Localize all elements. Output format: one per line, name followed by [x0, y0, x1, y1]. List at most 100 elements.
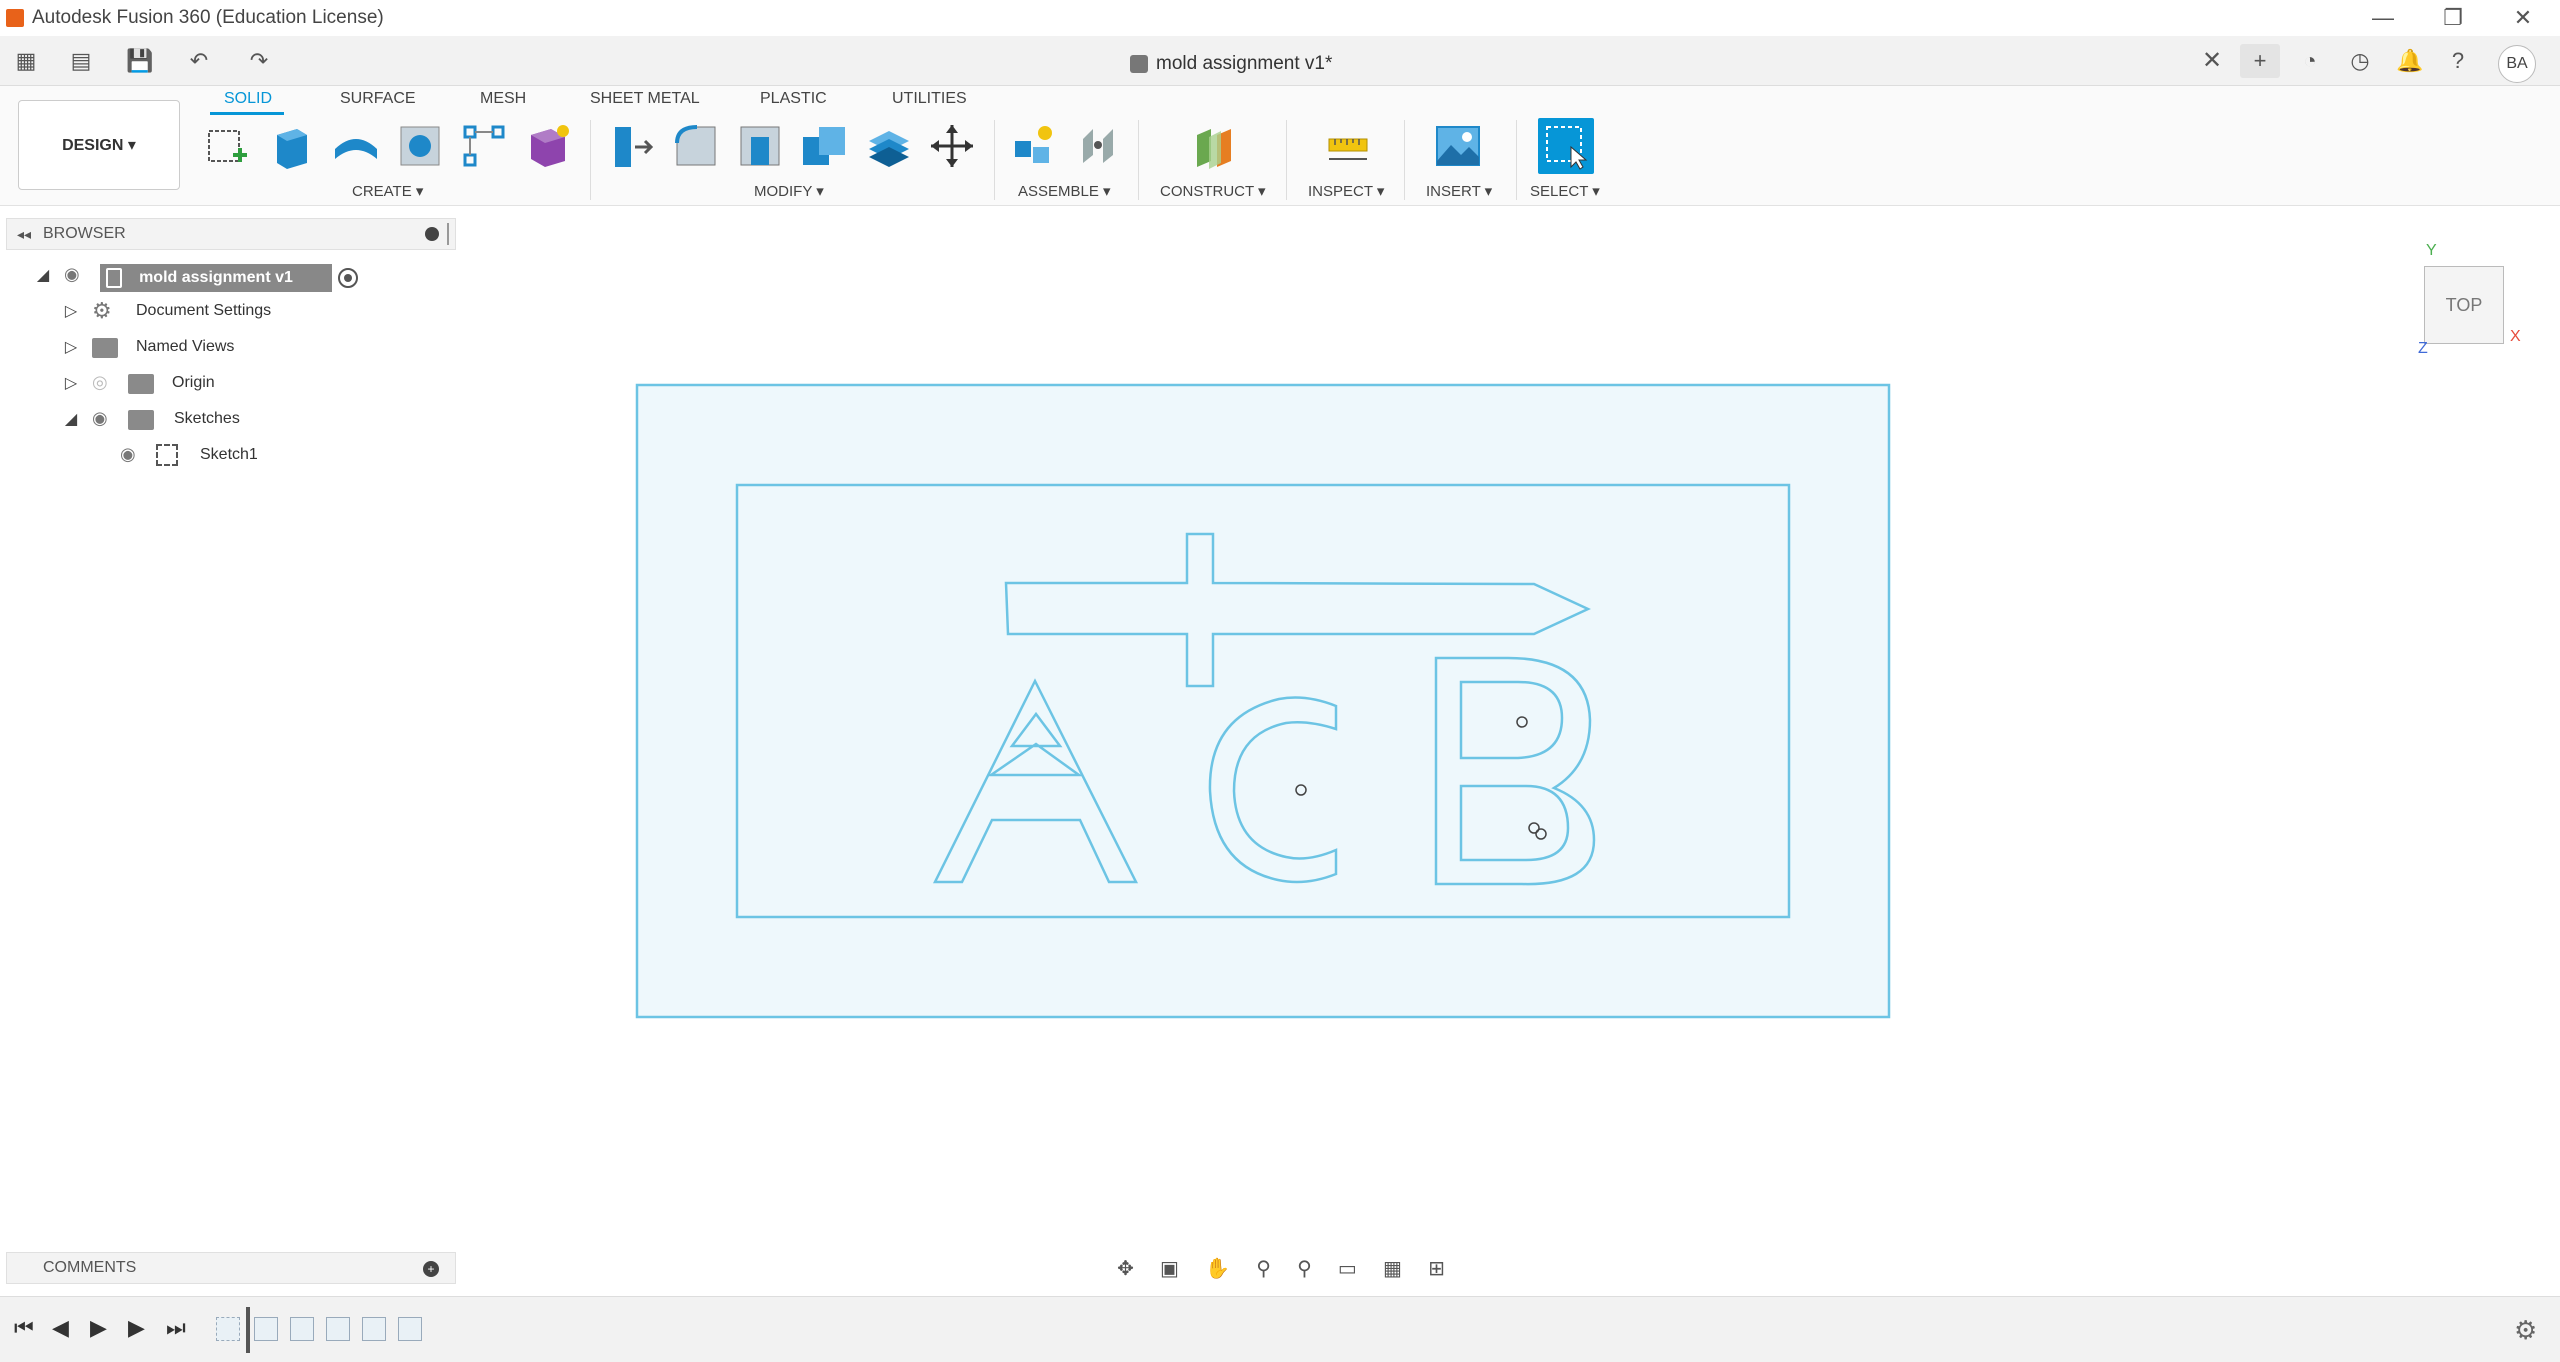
fit-zoom-icon[interactable]: ⚲: [1297, 1256, 1312, 1281]
insert-menu[interactable]: INSERT ▾: [1426, 182, 1492, 200]
display-settings-icon[interactable]: ▭: [1338, 1256, 1357, 1281]
notifications-bell-icon[interactable]: 🔔: [2390, 44, 2430, 78]
close-window-button[interactable]: ✕: [2488, 0, 2558, 36]
timeline-sketch-feature[interactable]: [216, 1317, 240, 1341]
play-icon[interactable]: ▶: [90, 1315, 107, 1341]
collapse-browser-icon[interactable]: ◂◂: [17, 226, 31, 243]
redo-icon[interactable]: ↷: [234, 44, 284, 78]
step-forward-icon[interactable]: ▶: [128, 1315, 145, 1341]
create-form-icon[interactable]: [522, 120, 574, 172]
undo-icon[interactable]: ↶: [174, 44, 224, 78]
tree-item-document-settings[interactable]: Document Settings: [136, 302, 271, 320]
pan-hand-icon[interactable]: ✋: [1205, 1256, 1230, 1281]
look-at-icon[interactable]: ▣: [1160, 1256, 1179, 1281]
origin-hidden-eye-icon[interactable]: ◎: [92, 372, 108, 393]
extensions-icon[interactable]: ◔: [2290, 44, 2330, 78]
assemble-menu[interactable]: ASSEMBLE ▾: [1018, 182, 1111, 200]
add-comment-icon[interactable]: +: [423, 1261, 439, 1277]
tab-utilities[interactable]: UTILITIES: [892, 90, 967, 108]
sketch-outer-rectangle[interactable]: [635, 383, 1891, 1019]
file-menu-icon[interactable]: ▤: [56, 44, 106, 78]
tree-item-origin[interactable]: Origin: [172, 374, 215, 392]
offset-face-icon[interactable]: [862, 120, 914, 172]
timeline-feature[interactable]: [326, 1317, 350, 1341]
user-avatar[interactable]: BA: [2498, 45, 2536, 83]
tab-sheet-metal[interactable]: SHEET METAL: [590, 90, 700, 108]
tab-plastic[interactable]: PLASTIC: [760, 90, 827, 108]
inspect-menu[interactable]: INSPECT ▾: [1308, 182, 1384, 200]
go-to-end-icon[interactable]: ⏭: [166, 1315, 186, 1341]
apps-grid-icon[interactable]: ▦: [10, 44, 42, 78]
tab-mesh[interactable]: MESH: [480, 90, 526, 108]
close-tab-button[interactable]: ✕: [2202, 46, 2222, 75]
hole-icon[interactable]: [394, 120, 446, 172]
job-status-icon[interactable]: ◷: [2340, 44, 2380, 78]
timeline-feature[interactable]: [254, 1317, 278, 1341]
select-menu[interactable]: SELECT ▾: [1530, 182, 1600, 200]
timeline-marker[interactable]: [246, 1307, 250, 1353]
construct-menu[interactable]: CONSTRUCT ▾: [1160, 182, 1266, 200]
sketches-visibility-eye-icon[interactable]: ◉: [92, 408, 108, 429]
step-back-icon[interactable]: ◀: [52, 1315, 69, 1341]
browser-pin-icon[interactable]: [425, 227, 439, 241]
tree-item-named-views[interactable]: Named Views: [136, 338, 234, 356]
grid-settings-icon[interactable]: ▦: [1383, 1256, 1402, 1281]
browser-header: ◂◂ BROWSER: [6, 218, 456, 250]
tab-surface[interactable]: SURFACE: [340, 90, 416, 108]
create-sketch-icon[interactable]: [202, 120, 254, 172]
folder-icon: [128, 410, 154, 430]
sketch-canvas[interactable]: [456, 206, 2560, 1246]
tree-item-sketch1[interactable]: Sketch1: [200, 446, 258, 464]
timeline-feature[interactable]: [362, 1317, 386, 1341]
expand-document-settings-chevron-icon[interactable]: ▷: [62, 302, 80, 320]
zoom-icon[interactable]: ⚲: [1256, 1256, 1271, 1281]
joint-icon[interactable]: [1072, 120, 1124, 172]
fillet-icon[interactable]: [670, 120, 722, 172]
document-tab[interactable]: mold assignment v1*: [1130, 50, 1332, 78]
press-pull-icon[interactable]: [604, 120, 656, 172]
revolve-icon[interactable]: [330, 120, 382, 172]
shell-icon[interactable]: [734, 120, 786, 172]
measure-icon[interactable]: [1322, 120, 1374, 172]
help-icon[interactable]: ?: [2438, 44, 2478, 78]
root-component-label[interactable]: mold assignment v1: [100, 264, 332, 292]
select-icon[interactable]: [1538, 118, 1594, 174]
fusion360-window: Autodesk Fusion 360 (Education License) …: [0, 0, 2560, 1362]
browser-panel: ◂◂ BROWSER ◢ ◉ mold assignment v1 ▷ ⚙ Do…: [6, 218, 456, 468]
pattern-icon[interactable]: [458, 120, 510, 172]
extrude-icon[interactable]: [266, 120, 318, 172]
separator: [590, 120, 591, 200]
move-copy-icon[interactable]: [926, 120, 978, 172]
offset-plane-icon[interactable]: [1188, 120, 1240, 172]
viewports-icon[interactable]: ⊞: [1428, 1256, 1445, 1281]
view-cube[interactable]: TOP: [2424, 266, 2504, 344]
go-to-start-icon[interactable]: ⏮: [14, 1315, 34, 1341]
timeline-settings-gear-icon[interactable]: ⚙: [2514, 1315, 2537, 1346]
separator: [1516, 120, 1517, 200]
new-tab-plus-icon[interactable]: +: [2240, 44, 2280, 78]
activate-component-radio-icon[interactable]: [338, 268, 358, 288]
browser-resize-handle[interactable]: [447, 223, 449, 245]
combine-icon[interactable]: [798, 120, 850, 172]
insert-canvas-icon[interactable]: [1432, 120, 1484, 172]
modify-menu[interactable]: MODIFY ▾: [754, 182, 824, 200]
timeline-feature[interactable]: [290, 1317, 314, 1341]
new-component-icon[interactable]: [1008, 120, 1060, 172]
collapse-root-chevron-icon[interactable]: ◢: [34, 266, 52, 284]
sketch-icon: [156, 444, 178, 466]
expand-origin-chevron-icon[interactable]: ▷: [62, 374, 80, 392]
tab-solid[interactable]: SOLID: [224, 90, 272, 108]
root-visibility-eye-icon[interactable]: ◉: [64, 264, 80, 285]
restore-button[interactable]: ❐: [2418, 0, 2488, 36]
orbit-icon[interactable]: ✥: [1117, 1256, 1134, 1281]
save-icon[interactable]: 💾: [124, 44, 156, 78]
collapse-sketches-chevron-icon[interactable]: ◢: [62, 410, 80, 428]
minimize-button[interactable]: —: [2348, 0, 2418, 36]
workspace-switcher-button[interactable]: DESIGN ▾: [18, 100, 180, 190]
create-menu[interactable]: CREATE ▾: [352, 182, 423, 200]
timeline-feature[interactable]: [398, 1317, 422, 1341]
sketch1-visibility-eye-icon[interactable]: ◉: [120, 444, 136, 465]
tree-item-sketches[interactable]: Sketches: [174, 410, 240, 428]
canvas-viewport[interactable]: [456, 206, 2560, 1296]
expand-named-views-chevron-icon[interactable]: ▷: [62, 338, 80, 356]
